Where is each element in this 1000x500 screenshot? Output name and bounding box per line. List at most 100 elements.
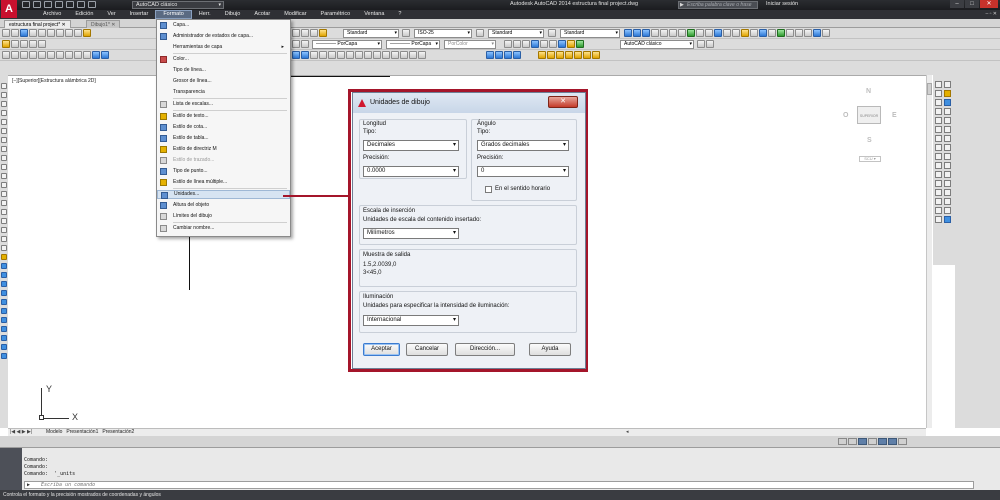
visual-style-icon[interactable]	[495, 51, 503, 59]
save-file-icon[interactable]	[20, 29, 28, 37]
r-dim-break-icon[interactable]	[935, 207, 942, 214]
r-array-icon[interactable]	[935, 99, 942, 106]
snap-insert-icon[interactable]	[373, 51, 381, 59]
linetype-control-icon[interactable]	[301, 40, 309, 48]
open-icon[interactable]	[33, 1, 41, 8]
r-erase-icon[interactable]	[935, 81, 942, 88]
match-properties-icon[interactable]	[83, 29, 91, 37]
v-insert-icon[interactable]	[1, 182, 7, 188]
viewcube-south[interactable]: S	[867, 137, 872, 144]
command-input[interactable]: ▶ Escriba un comando	[24, 481, 974, 489]
xref-icon[interactable]	[538, 51, 546, 59]
r-extend-icon[interactable]	[935, 126, 942, 133]
color-control-icon[interactable]	[292, 40, 300, 48]
v-gradient-icon[interactable]	[1, 218, 7, 224]
viewcube-top-face[interactable]: SUPERIOR	[857, 106, 881, 124]
clean-screen-icon[interactable]	[898, 438, 907, 445]
save-icon[interactable]	[44, 1, 52, 8]
render-icon[interactable]	[804, 29, 812, 37]
formato-menu-item[interactable]: Límites del dibujo	[157, 212, 290, 221]
revision-cloud-icon[interactable]	[65, 51, 73, 59]
add-selected-icon[interactable]	[777, 29, 785, 37]
vertical-scrollbar-thumb[interactable]	[927, 83, 932, 95]
r-dim-arc-icon[interactable]	[935, 162, 942, 169]
text-style-icon[interactable]	[292, 29, 300, 37]
snap-none-icon[interactable]	[391, 51, 399, 59]
formato-menu-item[interactable]: Grosor de línea...	[157, 77, 290, 86]
doc-tab-dibujo1[interactable]: Dibujo1* ✕	[86, 20, 121, 28]
design-center-icon[interactable]	[669, 29, 677, 37]
menu-herr[interactable]: Herr.	[192, 10, 218, 19]
r-dim-space-icon[interactable]	[944, 198, 951, 205]
r-dim-angular-icon[interactable]	[944, 180, 951, 187]
v-table-icon[interactable]	[1, 236, 7, 242]
layer-unisolate-icon[interactable]	[540, 40, 548, 48]
clockwise-checkbox[interactable]	[485, 186, 492, 193]
r-scale-icon[interactable]	[944, 108, 951, 115]
tab-presentacion2[interactable]: Presentación2	[100, 429, 136, 436]
v-cloud-icon[interactable]	[1, 146, 7, 152]
ucs-icon[interactable]	[786, 29, 794, 37]
layout-tab-navigation[interactable]: |◀ ◀ ▶ ▶|	[10, 429, 32, 436]
r-dim-linear-icon[interactable]	[935, 153, 942, 160]
r-explode-icon[interactable]	[944, 144, 951, 151]
attach-icon[interactable]	[592, 51, 600, 59]
document-window-controls[interactable]: – ▫ ✕	[985, 10, 997, 19]
menu-ver[interactable]: Ver	[100, 10, 122, 19]
v-polyline-icon[interactable]	[1, 101, 7, 107]
rectangle-icon[interactable]	[38, 51, 46, 59]
r-tolerance-icon[interactable]	[944, 207, 951, 214]
construction-line-icon[interactable]	[11, 51, 19, 59]
v-mtext-icon[interactable]	[1, 245, 7, 251]
help-button[interactable]: Ayuda	[529, 343, 571, 356]
undo-icon[interactable]	[77, 1, 85, 8]
workspace-switch-icon[interactable]	[858, 438, 867, 445]
command-prompt-icon[interactable]: ▶	[27, 482, 30, 488]
polygon-icon[interactable]	[29, 51, 37, 59]
text-style-a-icon[interactable]	[319, 29, 327, 37]
menu-dibujo[interactable]: Dibujo	[218, 10, 248, 19]
snap-tangent-icon[interactable]	[337, 51, 345, 59]
r-copy-icon[interactable]	[944, 81, 951, 88]
table-style-combo[interactable]: Standard	[488, 29, 544, 38]
v-line-icon[interactable]	[1, 83, 7, 89]
r-continue-icon[interactable]	[935, 198, 942, 205]
menu-edición[interactable]: Edición	[68, 10, 100, 19]
circle-icon[interactable]	[56, 51, 64, 59]
layer-on-icon[interactable]	[11, 40, 19, 48]
redo-icon[interactable]	[88, 1, 96, 8]
viewcube-east[interactable]: E	[892, 112, 897, 119]
isolate-objects-icon[interactable]	[878, 438, 887, 445]
formato-menu-item[interactable]: Estilo de cota...	[157, 123, 290, 132]
viewport-icon[interactable]	[795, 29, 803, 37]
layer-previous-icon[interactable]	[513, 40, 521, 48]
r-quick-dim-icon[interactable]	[935, 189, 942, 196]
make-current-icon[interactable]	[504, 40, 512, 48]
horizontal-scroll-arrow-icon[interactable]: ◂	[626, 429, 629, 436]
v-ellipse-icon[interactable]	[1, 164, 7, 170]
formato-menu-item[interactable]: Transparencia	[157, 88, 290, 97]
camera-icon[interactable]	[822, 29, 830, 37]
v-offset-icon[interactable]	[1, 290, 7, 296]
formato-menu-item[interactable]: Tipo de línea...	[157, 66, 290, 75]
v-block-icon[interactable]	[1, 191, 7, 197]
r-dim-jogged-icon[interactable]	[944, 171, 951, 178]
formato-menu-item[interactable]: Herramientas de capa ▸	[157, 43, 290, 52]
formato-menu-item[interactable]: Altura del objeto	[157, 201, 290, 210]
dim-style-icon[interactable]	[402, 29, 410, 37]
workspace-selector[interactable]: AutoCAD clásico	[132, 1, 224, 9]
snap-endpoint-icon[interactable]	[292, 51, 300, 59]
menu-insertar[interactable]: Insertar	[123, 10, 156, 19]
copy-icon[interactable]	[65, 29, 73, 37]
menu-modificar[interactable]: Modificar	[277, 10, 313, 19]
v-extend-icon[interactable]	[1, 353, 7, 359]
insert-block-icon[interactable]	[92, 51, 100, 59]
viewcube-west[interactable]: O	[843, 112, 848, 119]
menu-paramétrico[interactable]: Paramétrico	[314, 10, 358, 19]
viewport-controls-label[interactable]: [−][Superior][Estructura alámbrica 2D]	[12, 78, 96, 84]
layer-match-icon[interactable]	[522, 40, 530, 48]
cut-icon[interactable]	[56, 29, 64, 37]
v-array-icon[interactable]	[1, 299, 7, 305]
r-break-icon[interactable]	[944, 126, 951, 133]
hatch-icon[interactable]	[741, 29, 749, 37]
